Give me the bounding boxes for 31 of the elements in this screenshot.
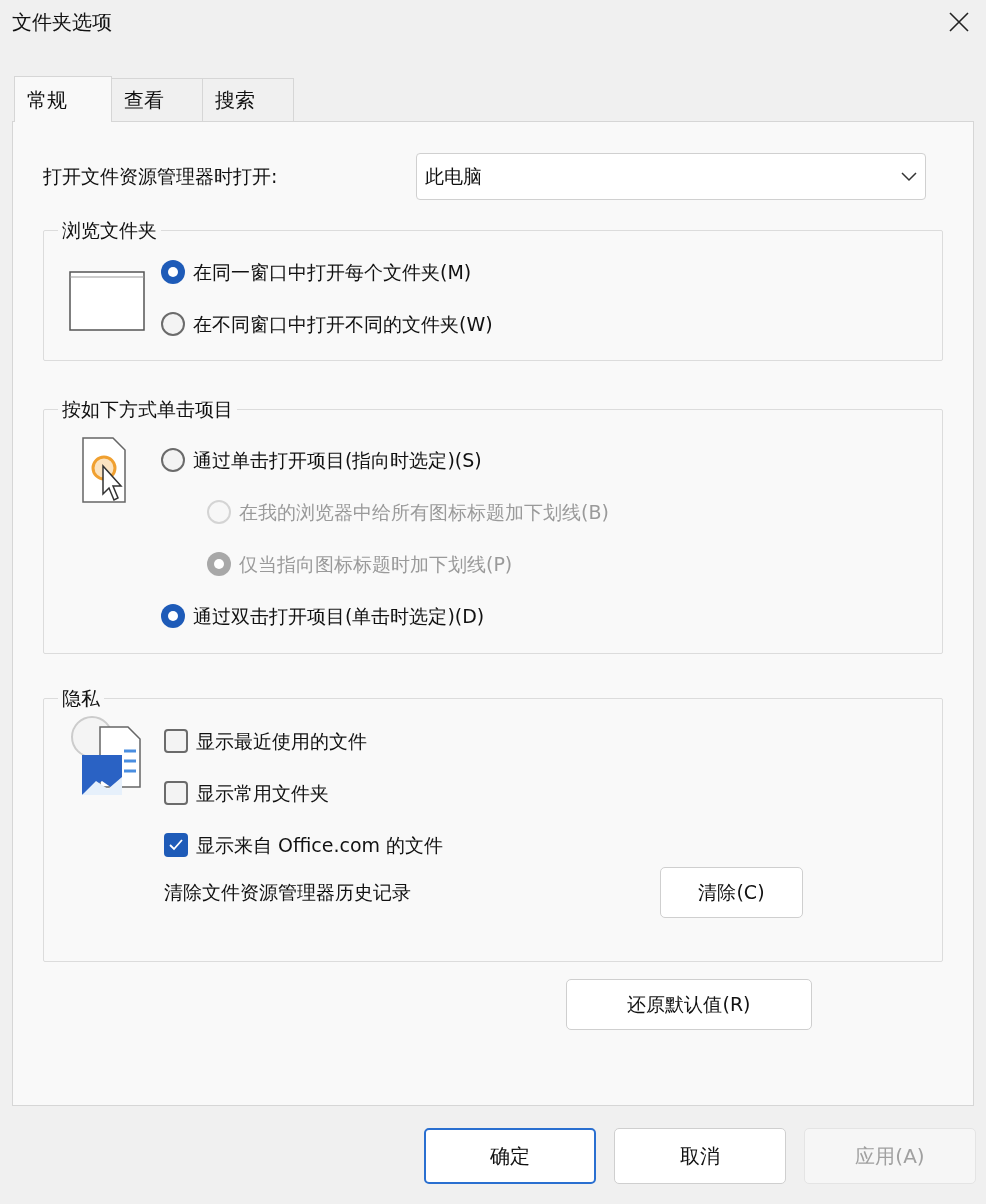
recent-files-icon (70, 715, 144, 795)
chevron-down-icon (901, 171, 917, 182)
radio-button[interactable] (161, 448, 185, 472)
checkbox[interactable] (164, 729, 188, 753)
clear-button[interactable]: 清除(C) (660, 867, 803, 918)
radio-button[interactable] (161, 604, 185, 628)
radio-label: 仅当指向图标标题时加下划线(P) (239, 551, 513, 577)
radio-label: 在不同窗口中打开不同的文件夹(W) (193, 311, 493, 337)
radio-button[interactable] (161, 260, 185, 284)
radio-label: 在同一窗口中打开每个文件夹(M) (193, 259, 472, 285)
clear-history-label: 清除文件资源管理器历史记录 (164, 880, 411, 906)
radio-label: 在我的浏览器中给所有图标标题加下划线(B) (239, 499, 609, 525)
close-icon[interactable] (948, 11, 970, 33)
dialog-button[interactable]: 取消 (614, 1128, 786, 1184)
dialog-button[interactable]: 确定 (424, 1128, 596, 1184)
radio-label: 通过单击打开项目(指向时选定)(S) (193, 447, 482, 473)
window-title: 文件夹选项 (12, 9, 112, 36)
checkmark-icon (169, 839, 183, 851)
checkbox-label: 显示最近使用的文件 (196, 728, 367, 754)
checkbox[interactable] (164, 781, 188, 805)
checkbox-label: 显示来自 Office.com 的文件 (196, 832, 444, 858)
checkbox[interactable] (164, 833, 188, 857)
tab[interactable]: 搜索 (202, 78, 294, 122)
radio-label: 通过双击打开项目(单击时选定)(D) (193, 603, 485, 629)
restore-defaults-button[interactable]: 还原默认值(R) (566, 979, 812, 1030)
radio-button[interactable] (161, 312, 185, 336)
window-icon (69, 271, 145, 331)
checkbox-label: 显示常用文件夹 (196, 780, 329, 806)
field-label: 打开文件资源管理器时打开: (43, 164, 278, 190)
dropdown[interactable]: 此电脑 (416, 153, 926, 200)
tab[interactable]: 常规 (14, 76, 112, 122)
